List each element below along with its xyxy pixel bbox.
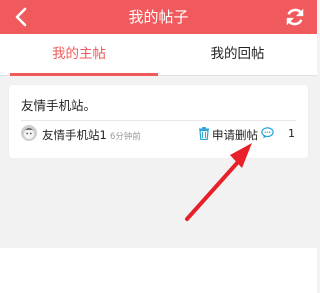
post-card[interactable]: 友情手机站。 友情手机站1 6分钟前 申请删帖 1 [9,85,308,158]
top-bar: 我的帖子 [0,0,317,34]
avatar-face-icon [21,125,37,141]
card-divider [21,120,296,121]
tab-my-replies[interactable]: 我的回帖 [158,34,317,76]
author-name[interactable]: 友情手机站1 [42,127,107,143]
avatar[interactable] [21,125,37,141]
page-title: 我的帖子 [128,8,189,26]
request-delete-button[interactable]: 申请删帖 [212,127,258,143]
refresh-icon[interactable] [284,6,306,28]
tab-bar: 我的主帖 我的回帖 [0,34,317,76]
bottom-area [0,248,317,293]
post-title[interactable]: 友情手机站。 [21,95,96,114]
post-time: 6分钟前 [110,132,141,142]
active-tab-indicator [10,73,158,76]
comment-icon[interactable] [261,127,274,139]
trash-icon[interactable] [198,127,210,140]
comment-count: 1 [288,127,295,140]
tab-my-posts[interactable]: 我的主帖 [0,34,158,76]
